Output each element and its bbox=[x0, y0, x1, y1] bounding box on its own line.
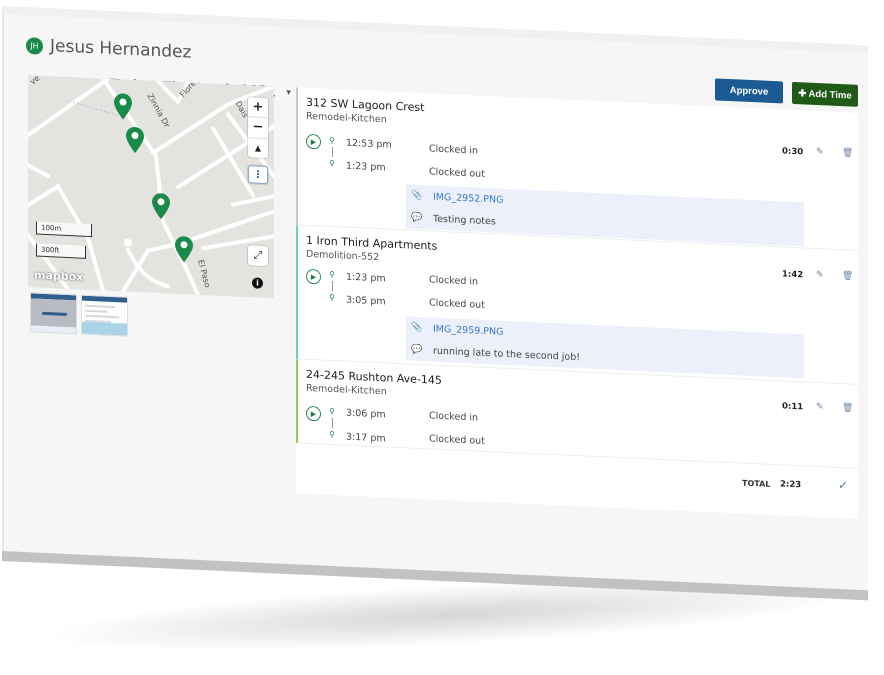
attachment-link[interactable]: IMG_2952.PNG bbox=[433, 191, 504, 205]
clock-out-label: Clocked out bbox=[429, 433, 485, 447]
clock-in-time: 1:23 pm bbox=[346, 271, 386, 285]
pin-icon: ⚲ bbox=[329, 158, 335, 169]
employee-name: Jesus Hernandez bbox=[50, 36, 192, 63]
play-icon[interactable]: ▶ bbox=[306, 133, 321, 150]
comment-icon: 💬 bbox=[411, 344, 423, 356]
trash-icon[interactable]: 🗑 bbox=[842, 403, 853, 414]
clock-out-time: 1:23 pm bbox=[346, 160, 386, 174]
total-value: 2:23 bbox=[780, 479, 802, 491]
timeline-connector bbox=[332, 280, 333, 292]
fullscreen-icon[interactable]: ⤢ bbox=[248, 245, 268, 267]
info-icon[interactable]: i bbox=[252, 277, 263, 289]
thumbnail[interactable] bbox=[30, 292, 77, 335]
clock-in-label: Clocked in bbox=[429, 410, 479, 424]
device-mockup: JH Jesus Hernandez ‹ › Today Thu Apr 8, … bbox=[0, 0, 884, 675]
paperclip-icon: 📎 bbox=[411, 322, 423, 334]
trash-icon[interactable]: 🗑 bbox=[842, 148, 853, 159]
trash-icon[interactable]: 🗑 bbox=[842, 271, 853, 282]
map-pin-icon[interactable] bbox=[152, 193, 170, 220]
note-row: 💬 Testing notes bbox=[406, 206, 496, 232]
compass-button[interactable]: ▲ bbox=[248, 138, 268, 158]
job-code: Remodel-Kitchen bbox=[306, 382, 387, 398]
thumbnail[interactable] bbox=[81, 294, 128, 337]
map-zoom-control: + − ▲ bbox=[248, 97, 268, 159]
note-text: running late to the second job! bbox=[433, 345, 581, 363]
clock-in-time: 12:53 pm bbox=[346, 137, 392, 151]
job-code: Remodel-Kitchen bbox=[306, 110, 387, 126]
entry-duration: 0:11 bbox=[782, 401, 804, 413]
timeline-connector bbox=[332, 146, 333, 158]
entry-duration: 1:42 bbox=[782, 269, 804, 281]
note-row: 💬 running late to the second job! bbox=[406, 338, 580, 368]
employee-header: JH Jesus Hernandez bbox=[26, 35, 191, 63]
app-screen: JH Jesus Hernandez ‹ › Today Thu Apr 8, … bbox=[2, 6, 868, 591]
avatar: JH bbox=[26, 36, 43, 55]
zoom-in-button[interactable]: + bbox=[248, 97, 268, 119]
clock-in-label: Clocked in bbox=[429, 274, 479, 288]
edit-icon[interactable]: ✎ bbox=[816, 270, 824, 280]
edit-icon[interactable]: ✎ bbox=[816, 402, 824, 412]
map-scale-metric: 100m bbox=[36, 221, 92, 238]
edit-icon[interactable]: ✎ bbox=[816, 147, 824, 157]
comment-icon: 💬 bbox=[411, 212, 423, 224]
clock-in-time: 3:06 pm bbox=[346, 407, 386, 421]
note-text: Testing notes bbox=[433, 213, 496, 227]
clock-in-label: Clocked in bbox=[429, 143, 479, 157]
map-pin-icon[interactable] bbox=[175, 236, 193, 263]
time-entry: 1 Iron Third Apartments Demolition-552 1… bbox=[296, 225, 858, 385]
add-time-button[interactable]: ✚ Add Time bbox=[792, 81, 858, 107]
approve-button[interactable]: Approve bbox=[715, 78, 783, 104]
clock-out-label: Clocked out bbox=[429, 297, 485, 311]
timeline-connector bbox=[332, 417, 333, 429]
clock-out-time: 3:17 pm bbox=[346, 431, 386, 445]
check-icon[interactable]: ✓ bbox=[838, 478, 848, 492]
photo-thumbnails bbox=[30, 292, 128, 337]
pin-icon: ⚲ bbox=[329, 429, 335, 440]
time-entry: 312 SW Lagoon Crest Remodel-Kitchen 0:30… bbox=[296, 87, 858, 251]
total-label: TOTAL bbox=[742, 478, 771, 489]
clock-out-label: Clocked out bbox=[429, 166, 485, 180]
map[interactable]: Zinnia Dr Flore Dais El Paso ve + − ▲ ⋮ … bbox=[28, 75, 274, 299]
map-more-button[interactable]: ⋮ bbox=[248, 165, 268, 185]
entry-duration: 0:30 bbox=[782, 146, 804, 158]
pin-icon: ⚲ bbox=[329, 135, 335, 146]
map-pin-icon[interactable] bbox=[126, 127, 144, 154]
chevron-down-icon[interactable]: ▾ bbox=[286, 88, 291, 98]
map-pin-icon[interactable] bbox=[114, 93, 132, 120]
timesheet-panel: 312 SW Lagoon Crest Remodel-Kitchen 0:30… bbox=[296, 87, 858, 519]
pin-icon: ⚲ bbox=[329, 292, 335, 303]
map-scale-imperial: 300ft bbox=[36, 243, 86, 259]
play-icon[interactable]: ▶ bbox=[306, 405, 321, 422]
paperclip-icon: 📎 bbox=[411, 190, 423, 202]
mapbox-logo: mapbox bbox=[34, 268, 84, 284]
play-icon[interactable]: ▶ bbox=[306, 268, 321, 285]
pin-icon: ⚲ bbox=[329, 406, 335, 417]
pin-icon: ⚲ bbox=[329, 269, 335, 280]
job-code: Demolition-552 bbox=[306, 248, 380, 264]
zoom-out-button[interactable]: − bbox=[248, 117, 268, 139]
clock-out-time: 3:05 pm bbox=[346, 294, 386, 308]
attachment-link[interactable]: IMG_2959.PNG bbox=[433, 323, 504, 337]
